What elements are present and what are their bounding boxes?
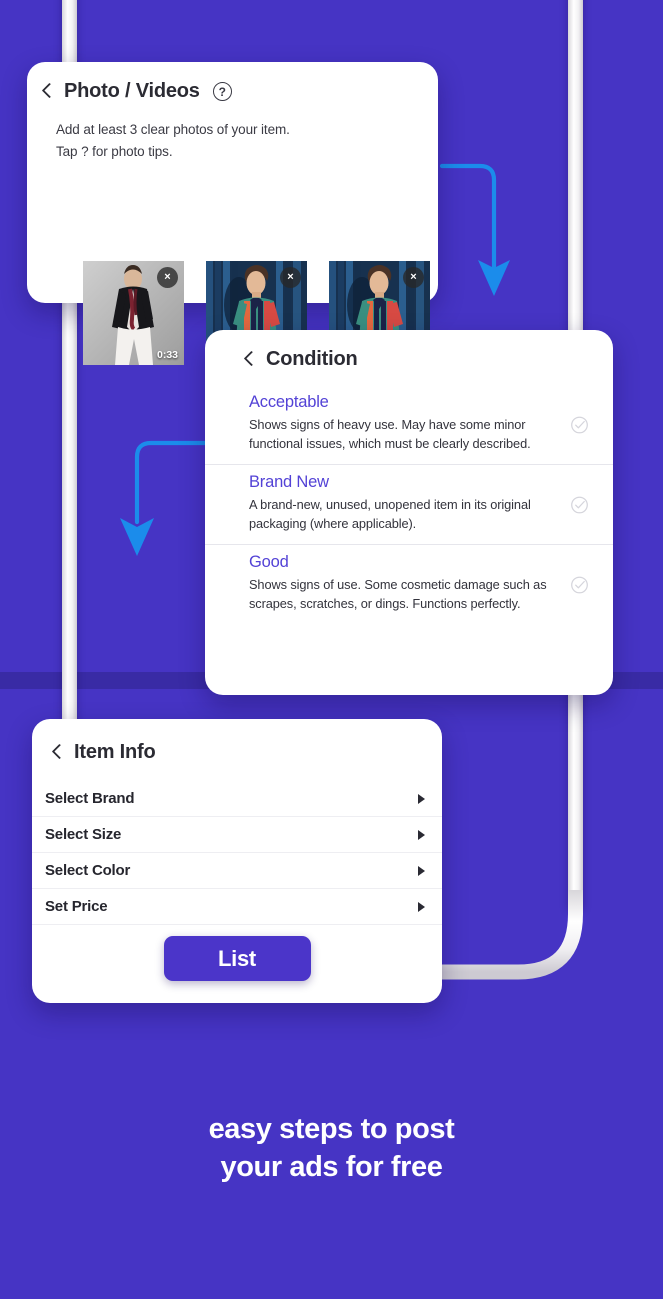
condition-option-list: Acceptable Shows signs of heavy use. May… — [205, 385, 613, 624]
check-circle-icon[interactable] — [570, 415, 589, 434]
item-info-header: Item Info — [32, 719, 442, 764]
video-duration: 0:33 — [156, 349, 178, 361]
condition-option-description: A brand-new, unused, unopened item in it… — [249, 497, 531, 531]
item-info-title: Item Info — [74, 741, 156, 763]
tube-right-vertical — [568, 0, 583, 340]
promo-screen: Photo / Videos ? Add at least 3 clear ph… — [0, 0, 663, 1299]
tagline: easy steps to post your ads for free — [0, 1110, 663, 1187]
condition-option-name: Acceptable — [249, 393, 329, 411]
check-circle-icon[interactable] — [570, 575, 589, 594]
item-info-row-select-size[interactable]: Select Size — [32, 816, 442, 852]
tagline-line-1: easy steps to post — [208, 1113, 455, 1145]
condition-option-name: Good — [249, 553, 289, 572]
chevron-left-icon[interactable] — [51, 742, 65, 764]
remove-photo-icon[interactable]: × — [403, 267, 424, 288]
condition-option[interactable]: Brand New A brand-new, unused, unopened … — [205, 464, 613, 544]
item-info-card: Item Info Select Brand Select Size Selec… — [32, 719, 442, 1003]
caret-right-icon — [418, 901, 425, 912]
tagline-line-2: your ads for free — [220, 1151, 443, 1184]
item-info-row-label: Select Size — [45, 826, 122, 843]
condition-option-description: Shows signs of use. Some cosmetic damage… — [249, 577, 547, 611]
help-icon[interactable]: ? — [212, 82, 232, 101]
photo-instruction-line-2: Tap ? for photo tips. — [56, 144, 173, 160]
photo-videos-title: Photo / Videos — [64, 80, 200, 102]
item-info-row-set-price[interactable]: Set Price — [32, 888, 442, 924]
check-circle-icon[interactable] — [570, 495, 589, 514]
item-info-row-label: Select Color — [45, 862, 131, 879]
tube-right-vertical-lower — [568, 668, 583, 910]
remove-photo-icon[interactable]: × — [157, 267, 178, 288]
condition-option-name: Brand New — [249, 473, 329, 492]
condition-option[interactable]: Acceptable Shows signs of heavy use. May… — [205, 385, 613, 464]
caret-right-icon — [418, 865, 425, 876]
arrow-condition-to-iteminfo — [120, 440, 211, 556]
condition-option-description: Shows signs of heavy use. May have some … — [249, 417, 531, 451]
tube-bend-corner — [430, 890, 583, 980]
condition-header: Condition — [205, 330, 613, 371]
item-info-row-select-brand[interactable]: Select Brand — [32, 781, 442, 816]
list-button[interactable]: List — [163, 936, 311, 981]
remove-photo-icon[interactable]: × — [280, 267, 301, 288]
chevron-left-icon[interactable] — [41, 81, 55, 103]
photo-instruction-line-1: Add at least 3 clear photos of your item… — [56, 122, 290, 137]
item-info-footer: List — [32, 924, 442, 997]
item-info-row-label: Select Brand — [45, 790, 135, 807]
caret-right-icon — [418, 793, 425, 804]
item-info-row-select-color[interactable]: Select Color — [32, 852, 442, 888]
photo-videos-card: Photo / Videos ? Add at least 3 clear ph… — [27, 62, 438, 365]
condition-title: Condition — [266, 348, 358, 370]
item-info-row-list: Select Brand Select Size Select Color Se… — [32, 781, 442, 924]
caret-right-icon — [418, 829, 425, 840]
condition-card: Condition Acceptable Shows signs of heav… — [205, 330, 613, 695]
item-info-row-label: Set Price — [45, 898, 108, 915]
condition-option[interactable]: Good Shows signs of use. Some cosmetic d… — [205, 544, 613, 624]
chevron-left-icon[interactable] — [243, 349, 257, 371]
photo-thumbnail[interactable]: × 0:33 — [83, 261, 184, 365]
photo-videos-header: Photo / Videos ? — [27, 62, 438, 103]
photo-instructions: Add at least 3 clear photos of your item… — [56, 119, 438, 164]
arrow-photos-to-condition — [439, 163, 510, 296]
